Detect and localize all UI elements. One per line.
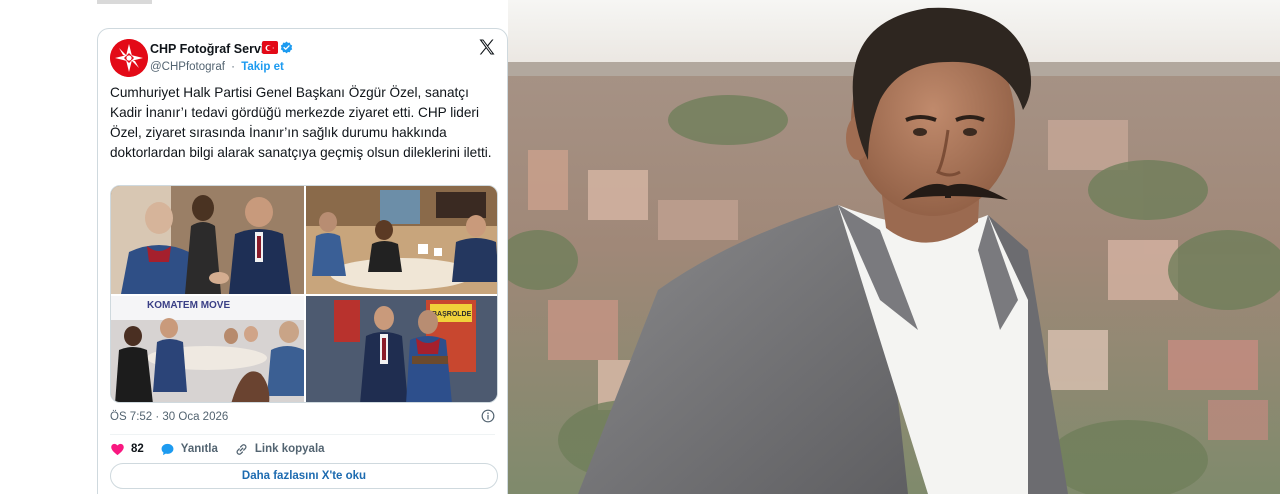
link-icon	[236, 443, 247, 455]
tweet-text: Cumhuriyet Halk Partisi Genel Başkanı Öz…	[110, 85, 492, 160]
tweet-photo-1[interactable]	[111, 186, 304, 294]
follow-link[interactable]: Takip et	[241, 61, 284, 73]
like-count: 82	[131, 443, 144, 455]
tweet-photo-3[interactable]: KOMATEM MOVE	[111, 296, 304, 402]
top-strip	[97, 0, 152, 4]
tweet-photo-4[interactable]: BAŞROLDE	[306, 296, 497, 402]
tweet-media-grid[interactable]: KOMATEM MOVE BAŞROLDE	[110, 185, 498, 403]
photo-banner-sign: KOMATEM MOVE	[147, 300, 230, 311]
copy-link-label: Link kopyala	[254, 443, 325, 455]
x-logo-icon[interactable]	[477, 37, 497, 57]
chp-logo-icon[interactable]	[110, 39, 148, 77]
separator-dot: ·	[231, 61, 235, 73]
like-button[interactable]: 82	[110, 442, 144, 457]
handle-row: @CHPfotograf · Takip et	[150, 61, 284, 73]
divider	[110, 434, 495, 435]
reply-icon	[161, 443, 174, 455]
author-handle[interactable]: @CHPfotograf	[150, 61, 225, 73]
reply-label: Yanıtla	[180, 443, 218, 455]
embedded-tweet[interactable]: CHP Fotoğraf Servisi @CHPfotograf · Taki…	[97, 28, 508, 494]
copy-link-button[interactable]: Link kopyala	[234, 442, 325, 457]
read-more-button[interactable]: Daha fazlasını X'te oku	[110, 463, 498, 489]
author-name[interactable]: CHP Fotoğraf Servisi	[150, 42, 275, 56]
verified-badge-icon	[280, 41, 293, 54]
reply-button[interactable]: Yanıtla	[160, 442, 218, 457]
turkish-flag-icon	[262, 41, 278, 54]
info-icon[interactable]	[481, 409, 495, 423]
tweet-actions: 82 Yanıtla Link kopyala	[110, 440, 341, 458]
tweet-photo-2[interactable]	[306, 186, 497, 294]
heart-icon	[111, 443, 124, 455]
tweet-timestamp[interactable]: ÖS 7:52 · 30 Oca 2026	[110, 411, 228, 423]
portrait-photo	[508, 0, 1280, 494]
photo-poster-sign: BAŞROLDE	[432, 311, 472, 318]
